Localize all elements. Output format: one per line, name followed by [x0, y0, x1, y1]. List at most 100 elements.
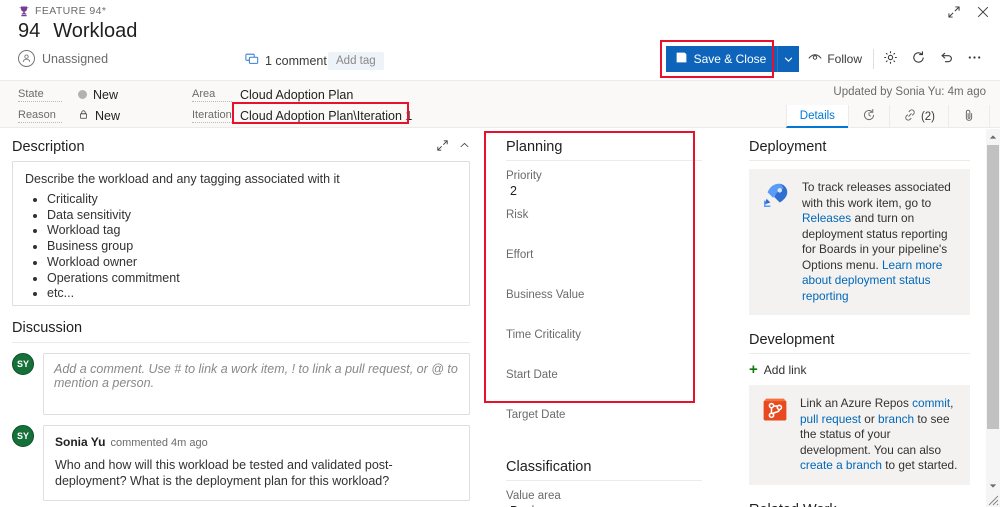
list-item: Operations commitment: [47, 271, 457, 287]
development-text-1: Link an Azure Repos: [800, 396, 913, 410]
reason-field[interactable]: Reason New: [18, 106, 120, 125]
work-item-title-row: 94 Workload: [18, 20, 137, 43]
expand-icon[interactable]: [436, 139, 449, 155]
releases-link[interactable]: Releases: [802, 211, 851, 225]
risk-field[interactable]: Risk: [506, 209, 702, 240]
planning-panel: Planning Priority 2 Risk Effort Business…: [506, 139, 702, 440]
start-date-field[interactable]: Start Date: [506, 369, 702, 400]
priority-field-value: 2: [510, 184, 517, 198]
area-field[interactable]: Area Cloud Adoption Plan: [192, 85, 353, 104]
updated-by-label: Updated by Sonia Yu: 4m ago: [833, 86, 986, 98]
chevron-down-icon: [784, 52, 793, 67]
refresh-button[interactable]: [904, 46, 932, 72]
description-bullet-list: Criticality Data sensitivity Workload ta…: [47, 192, 457, 302]
close-icon[interactable]: [975, 4, 990, 19]
settings-button[interactable]: [876, 46, 904, 72]
business-value-field[interactable]: Business Value: [506, 289, 702, 320]
work-item-body: Description Describe the workload and an…: [0, 129, 986, 507]
more-actions-button[interactable]: [960, 46, 988, 72]
comment-icon: [245, 52, 259, 69]
page-title[interactable]: Workload: [53, 20, 137, 43]
follow-button[interactable]: Follow: [799, 46, 871, 72]
comment-count-link[interactable]: 1 comment: [245, 52, 327, 69]
state-field[interactable]: State New: [18, 85, 118, 104]
ellipsis-icon: [967, 50, 982, 68]
start-date-field-label: Start Date: [506, 369, 558, 381]
tab-links[interactable]: (2): [888, 105, 948, 128]
person-icon: [18, 50, 35, 67]
planning-title: Planning: [506, 139, 702, 161]
list-item: etc...: [47, 286, 457, 302]
branch-link[interactable]: branch: [878, 412, 914, 426]
tab-attachments[interactable]: [948, 105, 990, 128]
scrollbar-thumb[interactable]: [987, 145, 999, 429]
commit-link[interactable]: commit: [912, 396, 950, 410]
priority-field-label: Priority: [506, 170, 542, 182]
iteration-field[interactable]: Iteration Cloud Adoption Plan\Iteration …: [192, 106, 412, 125]
priority-field[interactable]: Priority 2: [506, 170, 702, 200]
comment-timestamp: commented 4m ago: [110, 437, 208, 449]
start-date-field-value: [506, 383, 702, 400]
scroll-down-icon[interactable]: [986, 478, 1000, 493]
comment-body: Who and how will this workload be tested…: [55, 458, 393, 488]
reason-field-text: New: [95, 108, 121, 123]
area-field-value: Cloud Adoption Plan: [240, 87, 354, 102]
development-title: Development: [749, 332, 970, 354]
comment-author: Sonia Yu: [55, 435, 106, 449]
refresh-icon: [911, 50, 926, 68]
effort-field[interactable]: Effort: [506, 249, 702, 280]
left-column: Description Describe the workload and an…: [0, 129, 484, 507]
create-a-branch-link[interactable]: create a branch: [800, 458, 882, 472]
window-controls: [946, 4, 990, 19]
tab-details-label: Details: [799, 109, 835, 122]
link-icon: [903, 108, 917, 125]
target-date-field-label: Target Date: [506, 409, 566, 421]
description-header-actions: [436, 139, 470, 155]
save-button[interactable]: Save & Close: [665, 46, 778, 72]
pull-request-link[interactable]: pull request: [800, 412, 861, 426]
time-criticality-field[interactable]: Time Criticality: [506, 329, 702, 360]
toolbar-divider: [873, 49, 874, 69]
development-text-3: or: [861, 411, 879, 426]
tab-details[interactable]: Details: [785, 105, 848, 128]
assigned-to-field[interactable]: Unassigned: [18, 50, 108, 67]
add-tag-button[interactable]: Add tag: [328, 52, 384, 70]
description-editor[interactable]: Describe the workload and any tagging as…: [12, 161, 470, 306]
save-dropdown-button[interactable]: [777, 46, 800, 72]
right-column: Deployment To track releases associated …: [739, 129, 986, 507]
list-item: Criticality: [47, 192, 457, 208]
comment-card: Sonia Yu commented 4m ago Who and how wil…: [43, 425, 470, 501]
vertical-scrollbar[interactable]: [986, 129, 1000, 507]
iteration-field-value: Cloud Adoption Plan\Iteration 1: [240, 108, 413, 123]
deployment-text-1: To track releases associated with this w…: [802, 180, 951, 210]
add-comment-row: SY Add a comment. Use # to link a work i…: [12, 353, 470, 415]
expand-icon[interactable]: [946, 4, 961, 19]
tab-history[interactable]: [847, 105, 889, 128]
resize-grip[interactable]: [988, 495, 999, 506]
classification-panel: Classification Value area Business: [506, 459, 702, 507]
state-field-label: State: [18, 88, 62, 102]
value-area-field-label: Value area: [506, 490, 561, 502]
chevron-up-icon[interactable]: [459, 140, 470, 154]
value-area-field[interactable]: Value area Business: [506, 490, 702, 507]
development-add-link-button[interactable]: + Add link: [749, 361, 970, 378]
comment-input[interactable]: Add a comment. Use # to link a work item…: [43, 353, 470, 415]
undo-icon: [939, 50, 954, 68]
description-lead-text: Describe the workload and any tagging as…: [25, 172, 340, 186]
effort-field-value: [506, 263, 702, 280]
reason-field-value: New: [78, 109, 120, 123]
effort-field-label: Effort: [506, 249, 534, 261]
work-item-toolbar: Save & Close Follow: [659, 40, 988, 78]
development-add-link-label: Add link: [763, 363, 807, 377]
business-value-field-label: Business Value: [506, 289, 585, 301]
development-text-5: to get started.: [881, 458, 958, 472]
save-and-close-group: Save & Close: [659, 40, 800, 78]
scroll-up-icon[interactable]: [986, 129, 1000, 144]
related-work-title: Related Work: [749, 502, 970, 507]
plus-icon: +: [749, 361, 758, 378]
business-value-field-value: [506, 303, 702, 320]
work-item-type-row: FEATURE 94*: [18, 5, 106, 17]
state-field-value: New: [78, 88, 118, 102]
revert-button[interactable]: [932, 46, 960, 72]
target-date-field[interactable]: Target Date: [506, 409, 702, 440]
